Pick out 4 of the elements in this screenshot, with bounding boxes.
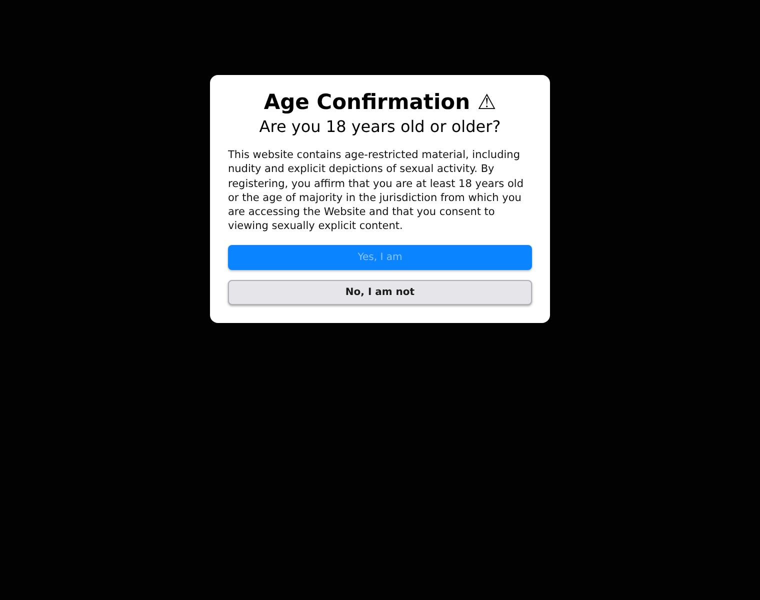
dialog-title: Age Confirmation ⚠: [264, 89, 496, 115]
decline-button[interactable]: No, I am not: [228, 280, 532, 305]
dialog-message: This website contains age-restricted material, including nudity and explicit depictions of sexual activity. By registering, you affirm that you are at least 18 years old or the age of majority in the jurisdiction from which you are accessing the Website and that you consent to viewing sexually explicit content.: [228, 148, 524, 234]
dialog-subtitle: Are you 18 years old or older?: [259, 116, 501, 138]
